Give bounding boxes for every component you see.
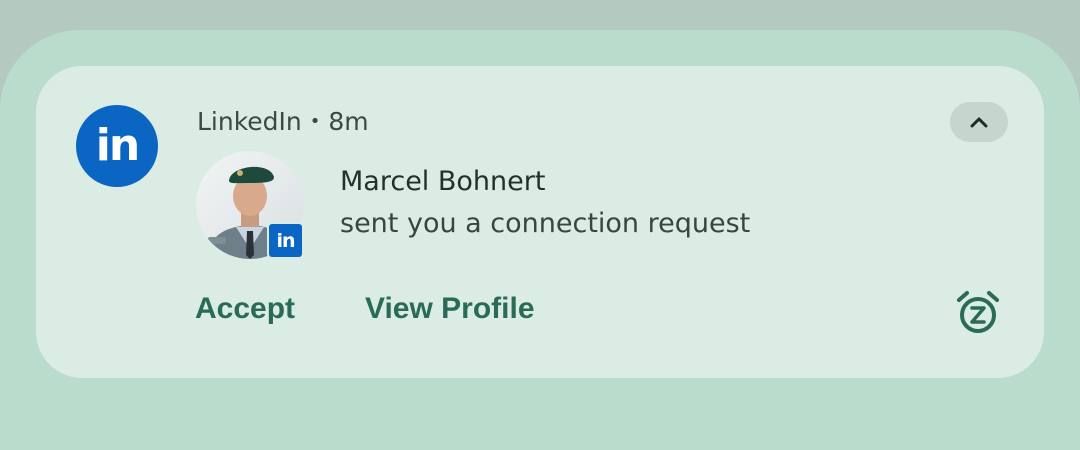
- linkedin-badge-icon: in: [269, 224, 302, 257]
- view-profile-button[interactable]: View Profile: [365, 292, 535, 326]
- avatar-badge-label: in: [276, 229, 295, 252]
- linkedin-app-icon: in: [76, 105, 158, 187]
- chevron-up-icon: [970, 117, 988, 128]
- app-name: LinkedIn: [197, 106, 302, 136]
- snooze-button[interactable]: [952, 286, 1004, 338]
- notification-time: 8m: [328, 106, 369, 136]
- notification-title: Marcel Bohnert: [340, 166, 546, 197]
- app-icon-label: in: [95, 119, 140, 171]
- snooze-alarm-icon: [957, 291, 999, 333]
- header-separator: •: [309, 110, 321, 132]
- accept-button[interactable]: Accept: [195, 292, 295, 326]
- collapse-button[interactable]: [950, 102, 1008, 142]
- notification-header: LinkedIn • 8m: [197, 103, 369, 139]
- notification-body: sent you a connection request: [340, 208, 751, 239]
